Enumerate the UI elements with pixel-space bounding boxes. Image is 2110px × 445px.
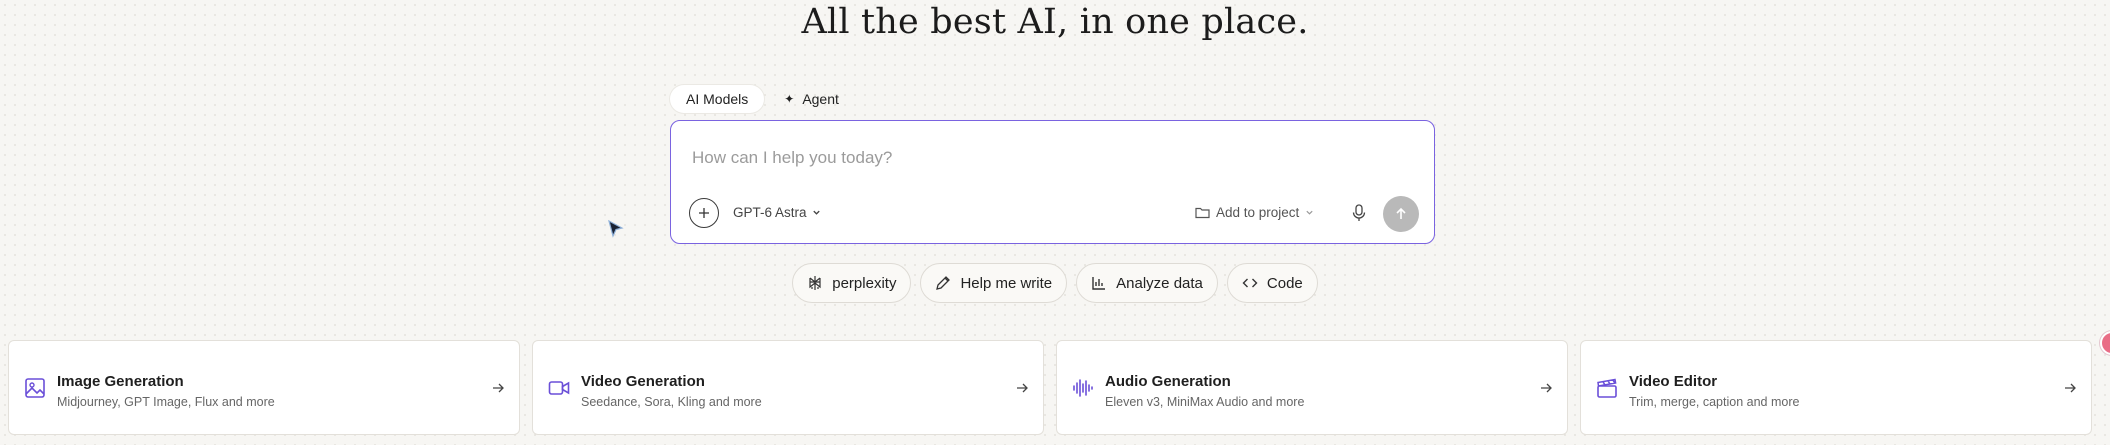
tab-agent[interactable]: ✦ Agent	[768, 85, 855, 113]
clapperboard-icon	[1597, 378, 1617, 398]
chip-code[interactable]: Code	[1226, 263, 1318, 303]
avatar[interactable]	[2100, 331, 2110, 355]
add-attachment-button[interactable]	[689, 198, 719, 228]
mouse-cursor-icon	[608, 219, 624, 238]
tab-ai-models-label: AI Models	[686, 91, 749, 107]
bar-chart-icon	[1092, 277, 1106, 290]
pen-icon	[936, 276, 951, 290]
send-button[interactable]	[1383, 196, 1419, 232]
chip-perplexity-label: perplexity	[832, 274, 897, 292]
microphone-button[interactable]	[1347, 201, 1371, 225]
folder-icon	[1195, 207, 1210, 219]
card-title: Video Generation	[581, 373, 705, 390]
model-selector-label: GPT-6 Astra	[733, 205, 807, 220]
chevron-down-icon	[812, 210, 820, 215]
add-to-project-label: Add to project	[1216, 205, 1300, 220]
card-title: Video Editor	[1629, 373, 1718, 390]
model-selector[interactable]: GPT-6 Astra	[733, 205, 821, 220]
chip-help-me-write[interactable]: Help me write	[920, 263, 1068, 303]
card-video-editor[interactable]: Video Editor Trim, merge, caption and mo…	[1580, 340, 2092, 435]
audio-waveform-icon	[1073, 379, 1093, 397]
card-subtitle: Eleven v3, MiniMax Audio and more	[1105, 395, 1305, 409]
prompt-composer: GPT-6 Astra Add to project	[670, 120, 1435, 244]
perplexity-icon	[809, 276, 821, 290]
card-video-generation[interactable]: Video Generation Seedance, Sora, Kling a…	[532, 340, 1044, 435]
prompt-input[interactable]	[690, 147, 1394, 169]
tab-agent-label: Agent	[802, 91, 839, 107]
chip-code-label: Code	[1266, 274, 1303, 292]
chevron-down-icon	[1306, 210, 1313, 215]
arrow-right-icon	[1541, 383, 1552, 393]
card-subtitle: Trim, merge, caption and more	[1629, 395, 1800, 409]
sparkle-icon: ✦	[784, 92, 795, 106]
card-subtitle: Midjourney, GPT Image, Flux and more	[57, 395, 275, 409]
code-icon	[1242, 278, 1258, 288]
image-icon	[25, 378, 45, 398]
tool-cards: Image Generation Midjourney, GPT Image, …	[8, 340, 2092, 435]
arrow-right-icon	[2065, 383, 2076, 393]
page-headline: All the best AI, in one place.	[801, 2, 1309, 42]
card-image-generation[interactable]: Image Generation Midjourney, GPT Image, …	[8, 340, 520, 435]
microphone-icon	[1352, 204, 1366, 221]
chip-analyze-data[interactable]: Analyze data	[1076, 263, 1218, 303]
plus-icon	[699, 208, 709, 218]
arrow-right-icon	[493, 383, 504, 393]
chip-analyze-data-label: Analyze data	[1116, 274, 1203, 292]
tab-ai-models[interactable]: AI Models	[670, 85, 765, 113]
arrow-up-icon	[1396, 207, 1406, 219]
card-subtitle: Seedance, Sora, Kling and more	[581, 395, 762, 409]
video-camera-icon	[548, 381, 570, 395]
chip-perplexity[interactable]: perplexity	[792, 263, 912, 303]
chip-help-me-write-label: Help me write	[960, 274, 1053, 292]
add-to-project-button[interactable]: Add to project	[1195, 205, 1314, 220]
arrow-right-icon	[1017, 383, 1028, 393]
mode-tabs: AI Models ✦ Agent	[670, 84, 855, 114]
card-title: Image Generation	[57, 373, 184, 390]
card-title: Audio Generation	[1105, 373, 1231, 390]
suggestion-chips: perplexity Help me write Analyze data Co…	[0, 263, 2110, 303]
card-audio-generation[interactable]: Audio Generation Eleven v3, MiniMax Audi…	[1056, 340, 1568, 435]
